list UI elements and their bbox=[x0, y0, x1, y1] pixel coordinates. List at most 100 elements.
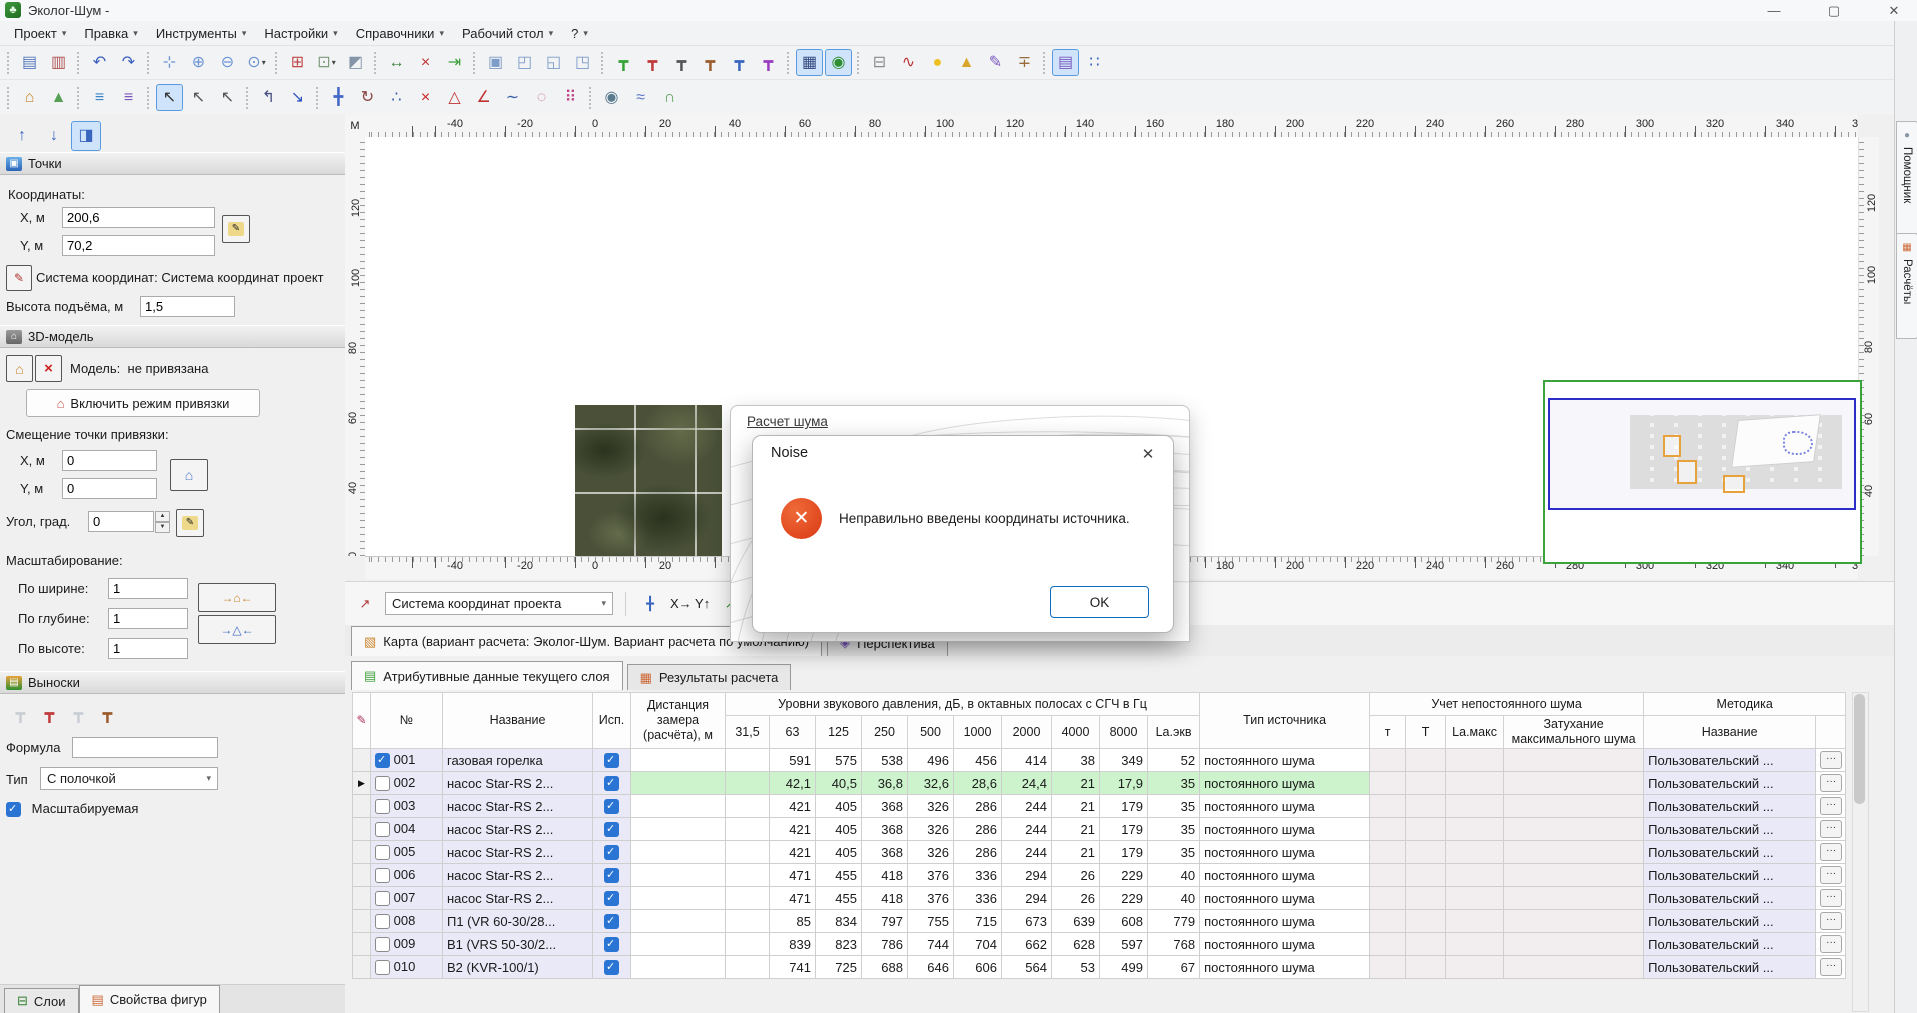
level-cell[interactable]: 606 bbox=[954, 956, 1002, 979]
level-cell[interactable]: 326 bbox=[908, 818, 954, 841]
distance-cell[interactable] bbox=[631, 910, 726, 933]
column-header[interactable]: 250 bbox=[862, 716, 908, 749]
level-cell[interactable]: 455 bbox=[816, 864, 862, 887]
vertices-button[interactable]: ∴ bbox=[383, 84, 410, 111]
level-cell[interactable]: 368 bbox=[862, 841, 908, 864]
post-target-button[interactable]: ┳ bbox=[668, 49, 695, 76]
ellipsis-button[interactable]: ··· bbox=[1820, 820, 1842, 838]
table-row[interactable]: 004насос Star-RS 2...4214053683262862442… bbox=[353, 818, 1846, 841]
level-cell[interactable]: 53 bbox=[1052, 956, 1100, 979]
spin-down-icon[interactable]: ▼ bbox=[155, 522, 170, 533]
sources-table[interactable]: ✎№НазваниеИсп.Дистанция замера (расчёта)… bbox=[352, 692, 1846, 979]
row-checkbox[interactable] bbox=[375, 822, 390, 837]
builder-button[interactable]: ▲ bbox=[953, 49, 980, 76]
pan-button[interactable]: ⊹ bbox=[156, 49, 183, 76]
shape-xor-button[interactable]: ◳ bbox=[569, 49, 596, 76]
T-cell[interactable] bbox=[1406, 795, 1446, 818]
tau-cell[interactable] bbox=[1370, 887, 1406, 910]
use-checkbox-cell[interactable] bbox=[593, 818, 631, 841]
source-name-cell[interactable]: П1 (VR 60-30/28... bbox=[443, 910, 593, 933]
source-type-cell[interactable]: постоянного шума bbox=[1200, 795, 1370, 818]
panel-pin-button[interactable]: ◨ bbox=[71, 121, 101, 151]
level-cell[interactable]: 496 bbox=[908, 749, 954, 772]
column-header[interactable]: Название bbox=[443, 693, 593, 749]
spin-up-icon[interactable]: ▲ bbox=[155, 511, 170, 522]
scalable-checkbox-row[interactable]: Масштабируемая bbox=[6, 801, 138, 817]
level-cell[interactable]: 286 bbox=[954, 841, 1002, 864]
row-number-cell[interactable]: 003 bbox=[371, 795, 443, 818]
la-max-cell[interactable] bbox=[1446, 772, 1504, 795]
scale-width-input[interactable] bbox=[108, 578, 188, 599]
column-header[interactable]: Исп. bbox=[593, 693, 631, 749]
T-cell[interactable] bbox=[1406, 910, 1446, 933]
method-browse-cell[interactable]: ··· bbox=[1816, 956, 1846, 979]
section-callouts[interactable]: ▤ Выноски bbox=[0, 671, 345, 694]
tau-cell[interactable] bbox=[1370, 864, 1406, 887]
menu-item[interactable]: Справочники▾ bbox=[348, 24, 454, 43]
level-cell[interactable] bbox=[726, 910, 770, 933]
T-cell[interactable] bbox=[1406, 887, 1446, 910]
level-cell[interactable]: 26 bbox=[1052, 864, 1100, 887]
zoom-out-button[interactable]: ⊖ bbox=[214, 49, 241, 76]
row-number-cell[interactable]: 006 bbox=[371, 864, 443, 887]
column-header[interactable]: 1000 bbox=[954, 716, 1002, 749]
table-row[interactable]: ▶ 002насос Star-RS 2...42,140,536,832,62… bbox=[353, 772, 1846, 795]
delete-button[interactable]: × bbox=[412, 84, 439, 111]
level-cell[interactable]: 768 bbox=[1148, 933, 1200, 956]
tab-calc-results[interactable]: ▦ Результаты расчета bbox=[627, 664, 792, 690]
attenuation-cell[interactable] bbox=[1504, 910, 1644, 933]
grid-ruler-button[interactable]: ▦ bbox=[796, 49, 823, 76]
tab-attribute-data[interactable]: ▤ Атрибутивные данные текущего слоя bbox=[351, 661, 623, 690]
use-checkbox-cell[interactable] bbox=[593, 841, 631, 864]
column-header[interactable]: 63 bbox=[770, 716, 816, 749]
level-cell[interactable]: 244 bbox=[1002, 818, 1052, 841]
use-checkbox-cell[interactable] bbox=[593, 795, 631, 818]
method-browse-cell[interactable]: ··· bbox=[1816, 933, 1846, 956]
level-cell[interactable]: 499 bbox=[1100, 956, 1148, 979]
la-max-cell[interactable] bbox=[1446, 933, 1504, 956]
rotate-button[interactable]: ↻ bbox=[354, 84, 381, 111]
column-header[interactable]: Дистанция замера (расчёта), м bbox=[631, 693, 726, 749]
measure-clear-button[interactable]: × bbox=[412, 49, 439, 76]
column-header[interactable]: Учет непостоянного шума bbox=[1370, 693, 1644, 716]
distance-cell[interactable] bbox=[631, 772, 726, 795]
protect-button[interactable]: ▥ bbox=[45, 49, 72, 76]
la-max-cell[interactable] bbox=[1446, 910, 1504, 933]
T-cell[interactable] bbox=[1406, 749, 1446, 772]
source-type-cell[interactable]: постоянного шума bbox=[1200, 910, 1370, 933]
row-checkbox[interactable] bbox=[375, 891, 390, 906]
T-cell[interactable] bbox=[1406, 841, 1446, 864]
enable-snap-mode-button[interactable]: ⌂ Включить режим привязки bbox=[26, 389, 260, 417]
level-cell[interactable]: 741 bbox=[770, 956, 816, 979]
table-row[interactable]: 007насос Star-RS 2...4714554183763362942… bbox=[353, 887, 1846, 910]
use-checkbox[interactable] bbox=[604, 753, 619, 768]
level-cell[interactable]: 405 bbox=[816, 818, 862, 841]
row-number-cell[interactable]: 009 bbox=[371, 933, 443, 956]
zoom-in-button[interactable]: ⊕ bbox=[185, 49, 212, 76]
method-browse-cell[interactable]: ··· bbox=[1816, 795, 1846, 818]
level-cell[interactable]: 421 bbox=[770, 795, 816, 818]
ellipsis-button[interactable]: ··· bbox=[1820, 843, 1842, 861]
level-cell[interactable]: 564 bbox=[1002, 956, 1052, 979]
level-cell[interactable]: 326 bbox=[908, 841, 954, 864]
tab-layers[interactable]: ⊟ Слои bbox=[4, 988, 79, 1013]
table-row[interactable]: 001газовая горелка5915755384964564143834… bbox=[353, 749, 1846, 772]
source-name-cell[interactable]: насос Star-RS 2... bbox=[443, 841, 593, 864]
polygon-button[interactable]: △ bbox=[441, 84, 468, 111]
table-row[interactable]: 008П1 (VR 60-30/28...8583479775571567363… bbox=[353, 910, 1846, 933]
level-cell[interactable] bbox=[726, 956, 770, 979]
level-cell[interactable]: 326 bbox=[908, 795, 954, 818]
ellipsis-button[interactable]: ··· bbox=[1820, 935, 1842, 953]
column-header[interactable]: Затухание максимального шума bbox=[1504, 716, 1644, 749]
scale-contour-button[interactable]: →△← bbox=[198, 615, 276, 644]
attenuation-cell[interactable] bbox=[1504, 795, 1644, 818]
source-type-cell[interactable]: постоянного шума bbox=[1200, 864, 1370, 887]
overlay-window-title[interactable]: Расчет шума bbox=[747, 414, 828, 429]
undo-button[interactable]: ↶ bbox=[86, 49, 113, 76]
la-max-cell[interactable] bbox=[1446, 864, 1504, 887]
scale-model-button[interactable]: →⌂← bbox=[198, 583, 276, 612]
menu-item[interactable]: Проект▾ bbox=[6, 24, 76, 43]
row-checkbox[interactable] bbox=[375, 914, 390, 929]
attach-model-button[interactable]: ⌂ bbox=[6, 355, 33, 382]
la-max-cell[interactable] bbox=[1446, 795, 1504, 818]
